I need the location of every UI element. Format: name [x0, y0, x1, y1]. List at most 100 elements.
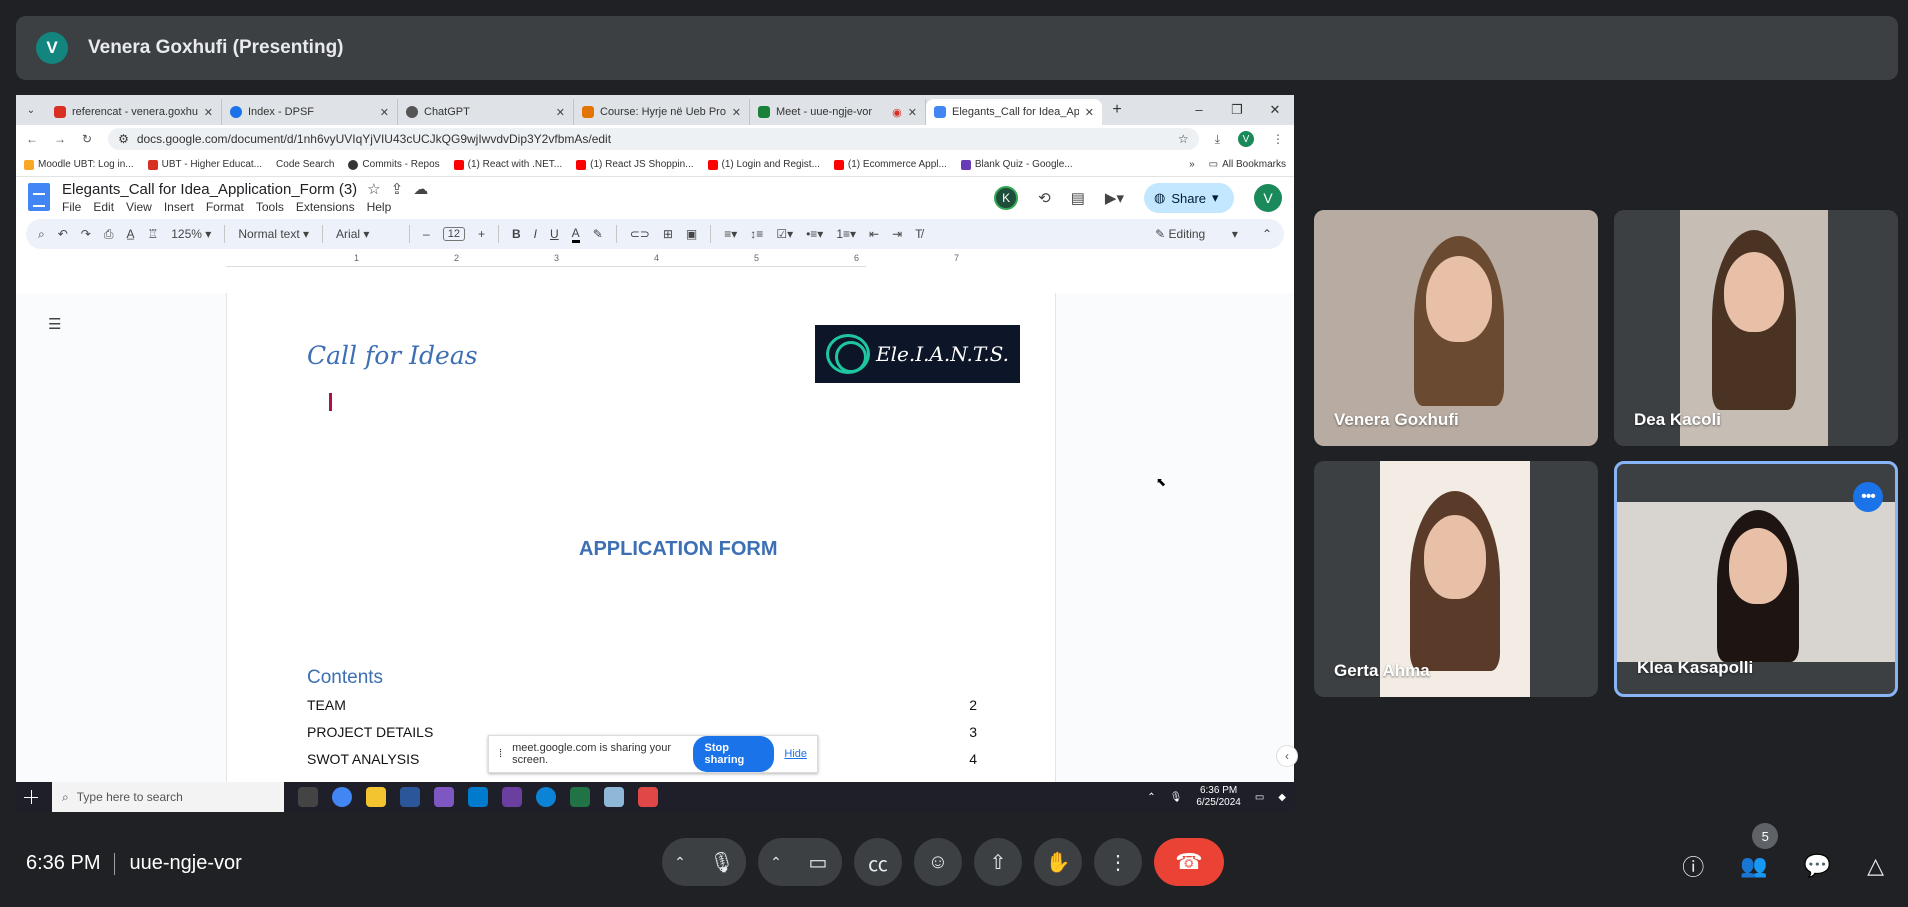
- more-options-icon[interactable]: •••: [1853, 482, 1883, 512]
- taskbar-search[interactable]: ⌕ Type here to search: [52, 782, 284, 812]
- bookmark-item[interactable]: (1) Ecommerce Appl...: [833, 159, 947, 170]
- video-settings-chevron-icon[interactable]: ⌃: [758, 854, 794, 871]
- audio-settings-chevron-icon[interactable]: ⌃: [662, 854, 698, 871]
- paint-icon[interactable]: [638, 787, 658, 807]
- close-tab-icon[interactable]: ✕: [556, 106, 565, 119]
- file-explorer-icon[interactable]: [366, 787, 386, 807]
- people-icon[interactable]: 👥 5: [1740, 823, 1779, 879]
- browser-tab[interactable]: referencat - venera.goxhufi ✕: [46, 99, 222, 125]
- share-button[interactable]: ◍ Share ▾: [1144, 183, 1234, 213]
- menu-extensions[interactable]: Extensions: [296, 200, 355, 214]
- tab-search-icon[interactable]: ⌄: [16, 105, 46, 116]
- bookmark-item[interactable]: Commits - Repos: [348, 159, 440, 170]
- docs-logo-icon[interactable]: [28, 183, 50, 211]
- decrease-font-icon[interactable]: –: [423, 227, 430, 241]
- participant-tile-self[interactable]: ••• Klea Kasapolli: [1614, 461, 1898, 697]
- captions-icon[interactable]: ㏄: [854, 838, 902, 886]
- cloud-status-icon[interactable]: ☁: [413, 180, 428, 198]
- bulleted-list-icon[interactable]: •≡▾: [806, 227, 823, 241]
- link-icon[interactable]: ⊂⊃: [630, 227, 650, 241]
- meet-camera-icon[interactable]: ▶▾: [1105, 189, 1124, 207]
- spellcheck-icon[interactable]: A̲: [126, 227, 134, 241]
- more-options-icon[interactable]: ⋮: [1094, 838, 1142, 886]
- italic-icon[interactable]: I: [534, 227, 537, 241]
- move-icon[interactable]: ⇪: [391, 180, 404, 198]
- word-icon[interactable]: [400, 787, 420, 807]
- bookmark-star-icon[interactable]: ☆: [1178, 132, 1189, 146]
- browser-tab[interactable]: Meet - uue-ngje-vor ◉ ✕: [750, 99, 926, 125]
- align-icon[interactable]: ≡▾: [724, 227, 737, 241]
- paint-format-icon[interactable]: ♖: [147, 227, 158, 241]
- highlight-icon[interactable]: ✎: [593, 227, 603, 241]
- new-tab-icon[interactable]: +: [1102, 101, 1132, 119]
- undo-icon[interactable]: ↶: [58, 227, 68, 241]
- underline-icon[interactable]: U: [550, 227, 559, 241]
- comments-icon[interactable]: ▤: [1071, 189, 1085, 207]
- document-page[interactable]: Call for Ideas Ele.I.A.N.T.S. APPLICATIO…: [226, 293, 1056, 810]
- collapse-menus-icon[interactable]: ⌃: [1262, 227, 1272, 241]
- task-view-icon[interactable]: [298, 787, 318, 807]
- chat-icon[interactable]: 💬: [1804, 853, 1831, 879]
- forward-icon[interactable]: →: [54, 132, 66, 146]
- font-select[interactable]: Arial ▾: [336, 227, 396, 241]
- tray-expand-icon[interactable]: ⌃: [1147, 792, 1155, 803]
- bookmark-item[interactable]: (1) React with .NET...: [453, 159, 562, 170]
- style-select[interactable]: Normal text ▾: [238, 227, 309, 241]
- increase-indent-icon[interactable]: ⇥: [892, 227, 902, 241]
- horizontal-ruler[interactable]: 1 2 3 4 5 6 7: [226, 251, 959, 267]
- close-window-icon[interactable]: ✕: [1256, 102, 1294, 118]
- edge-icon[interactable]: [536, 787, 556, 807]
- profile-avatar[interactable]: V: [1238, 131, 1254, 147]
- present-screen-icon[interactable]: ⇧: [974, 838, 1022, 886]
- back-icon[interactable]: ←: [26, 132, 38, 146]
- print-icon[interactable]: ⎙: [104, 227, 114, 242]
- menu-edit[interactable]: Edit: [93, 200, 114, 214]
- restore-icon[interactable]: ❐: [1218, 102, 1256, 118]
- meet-tray-icon[interactable]: ◆: [1278, 792, 1286, 803]
- browser-tab[interactable]: Index - DPSF ✕: [222, 99, 398, 125]
- stop-sharing-button[interactable]: Stop sharing: [692, 736, 775, 772]
- visual-studio-icon[interactable]: [434, 787, 454, 807]
- browser-tab[interactable]: ChatGPT ✕: [398, 99, 574, 125]
- windows-start-icon[interactable]: [24, 790, 38, 804]
- menu-view[interactable]: View: [126, 200, 152, 214]
- bookmark-item[interactable]: (1) React JS Shoppin...: [576, 159, 694, 170]
- notifications-icon[interactable]: ▭: [1255, 792, 1264, 803]
- app-icon[interactable]: [604, 787, 624, 807]
- document-title[interactable]: Elegants_Call for Idea_Application_Form …: [62, 181, 357, 198]
- browser-tab-active[interactable]: Elegants_Call for Idea_App ✕: [926, 99, 1102, 125]
- excel-icon[interactable]: [570, 787, 590, 807]
- raise-hand-icon[interactable]: ✋: [1034, 838, 1082, 886]
- browser-menu-icon[interactable]: ⋮: [1272, 132, 1284, 146]
- bookmark-item[interactable]: Blank Quiz - Google...: [960, 159, 1073, 170]
- browser-tab[interactable]: Course: Hyrje në Ueb Prog ✕: [574, 99, 750, 125]
- zoom-select[interactable]: 125% ▾: [171, 227, 211, 241]
- all-bookmarks[interactable]: ▭ All Bookmarks: [1209, 159, 1286, 170]
- star-icon[interactable]: ☆: [367, 180, 380, 198]
- participant-tile[interactable]: Venera Goxhufi: [1314, 210, 1598, 446]
- user-avatar[interactable]: V: [1254, 184, 1282, 212]
- activities-icon[interactable]: △: [1867, 853, 1884, 879]
- font-size-field[interactable]: 12: [442, 227, 465, 241]
- taskbar-clock[interactable]: 6:36 PM 6/25/2024: [1196, 785, 1241, 809]
- chevron-down-icon[interactable]: ▾: [1212, 190, 1219, 206]
- bold-icon[interactable]: B: [512, 227, 521, 241]
- menu-help[interactable]: Help: [367, 200, 392, 214]
- menu-insert[interactable]: Insert: [164, 200, 194, 214]
- bookmark-item[interactable]: UBT - Higher Educat...: [147, 159, 262, 170]
- version-history-icon[interactable]: ⟲: [1038, 189, 1051, 207]
- close-tab-icon[interactable]: ✕: [732, 106, 741, 119]
- editing-mode-select[interactable]: ✎ Editing ▾: [1155, 227, 1238, 241]
- numbered-list-icon[interactable]: 1≡▾: [836, 227, 856, 241]
- side-panel-toggle-icon[interactable]: ‹: [1276, 745, 1298, 767]
- close-tab-icon[interactable]: ✕: [1085, 106, 1094, 119]
- hide-notice-link[interactable]: Hide: [784, 748, 807, 760]
- search-menus-icon[interactable]: ⌕: [38, 227, 45, 242]
- close-tab-icon[interactable]: ✕: [380, 106, 389, 119]
- terminal-icon[interactable]: [502, 787, 522, 807]
- end-call-icon[interactable]: ☎: [1154, 838, 1224, 886]
- collaborator-avatar[interactable]: K: [994, 186, 1019, 210]
- increase-font-icon[interactable]: +: [478, 227, 485, 241]
- menu-file[interactable]: File: [62, 200, 81, 214]
- menu-format[interactable]: Format: [206, 200, 244, 214]
